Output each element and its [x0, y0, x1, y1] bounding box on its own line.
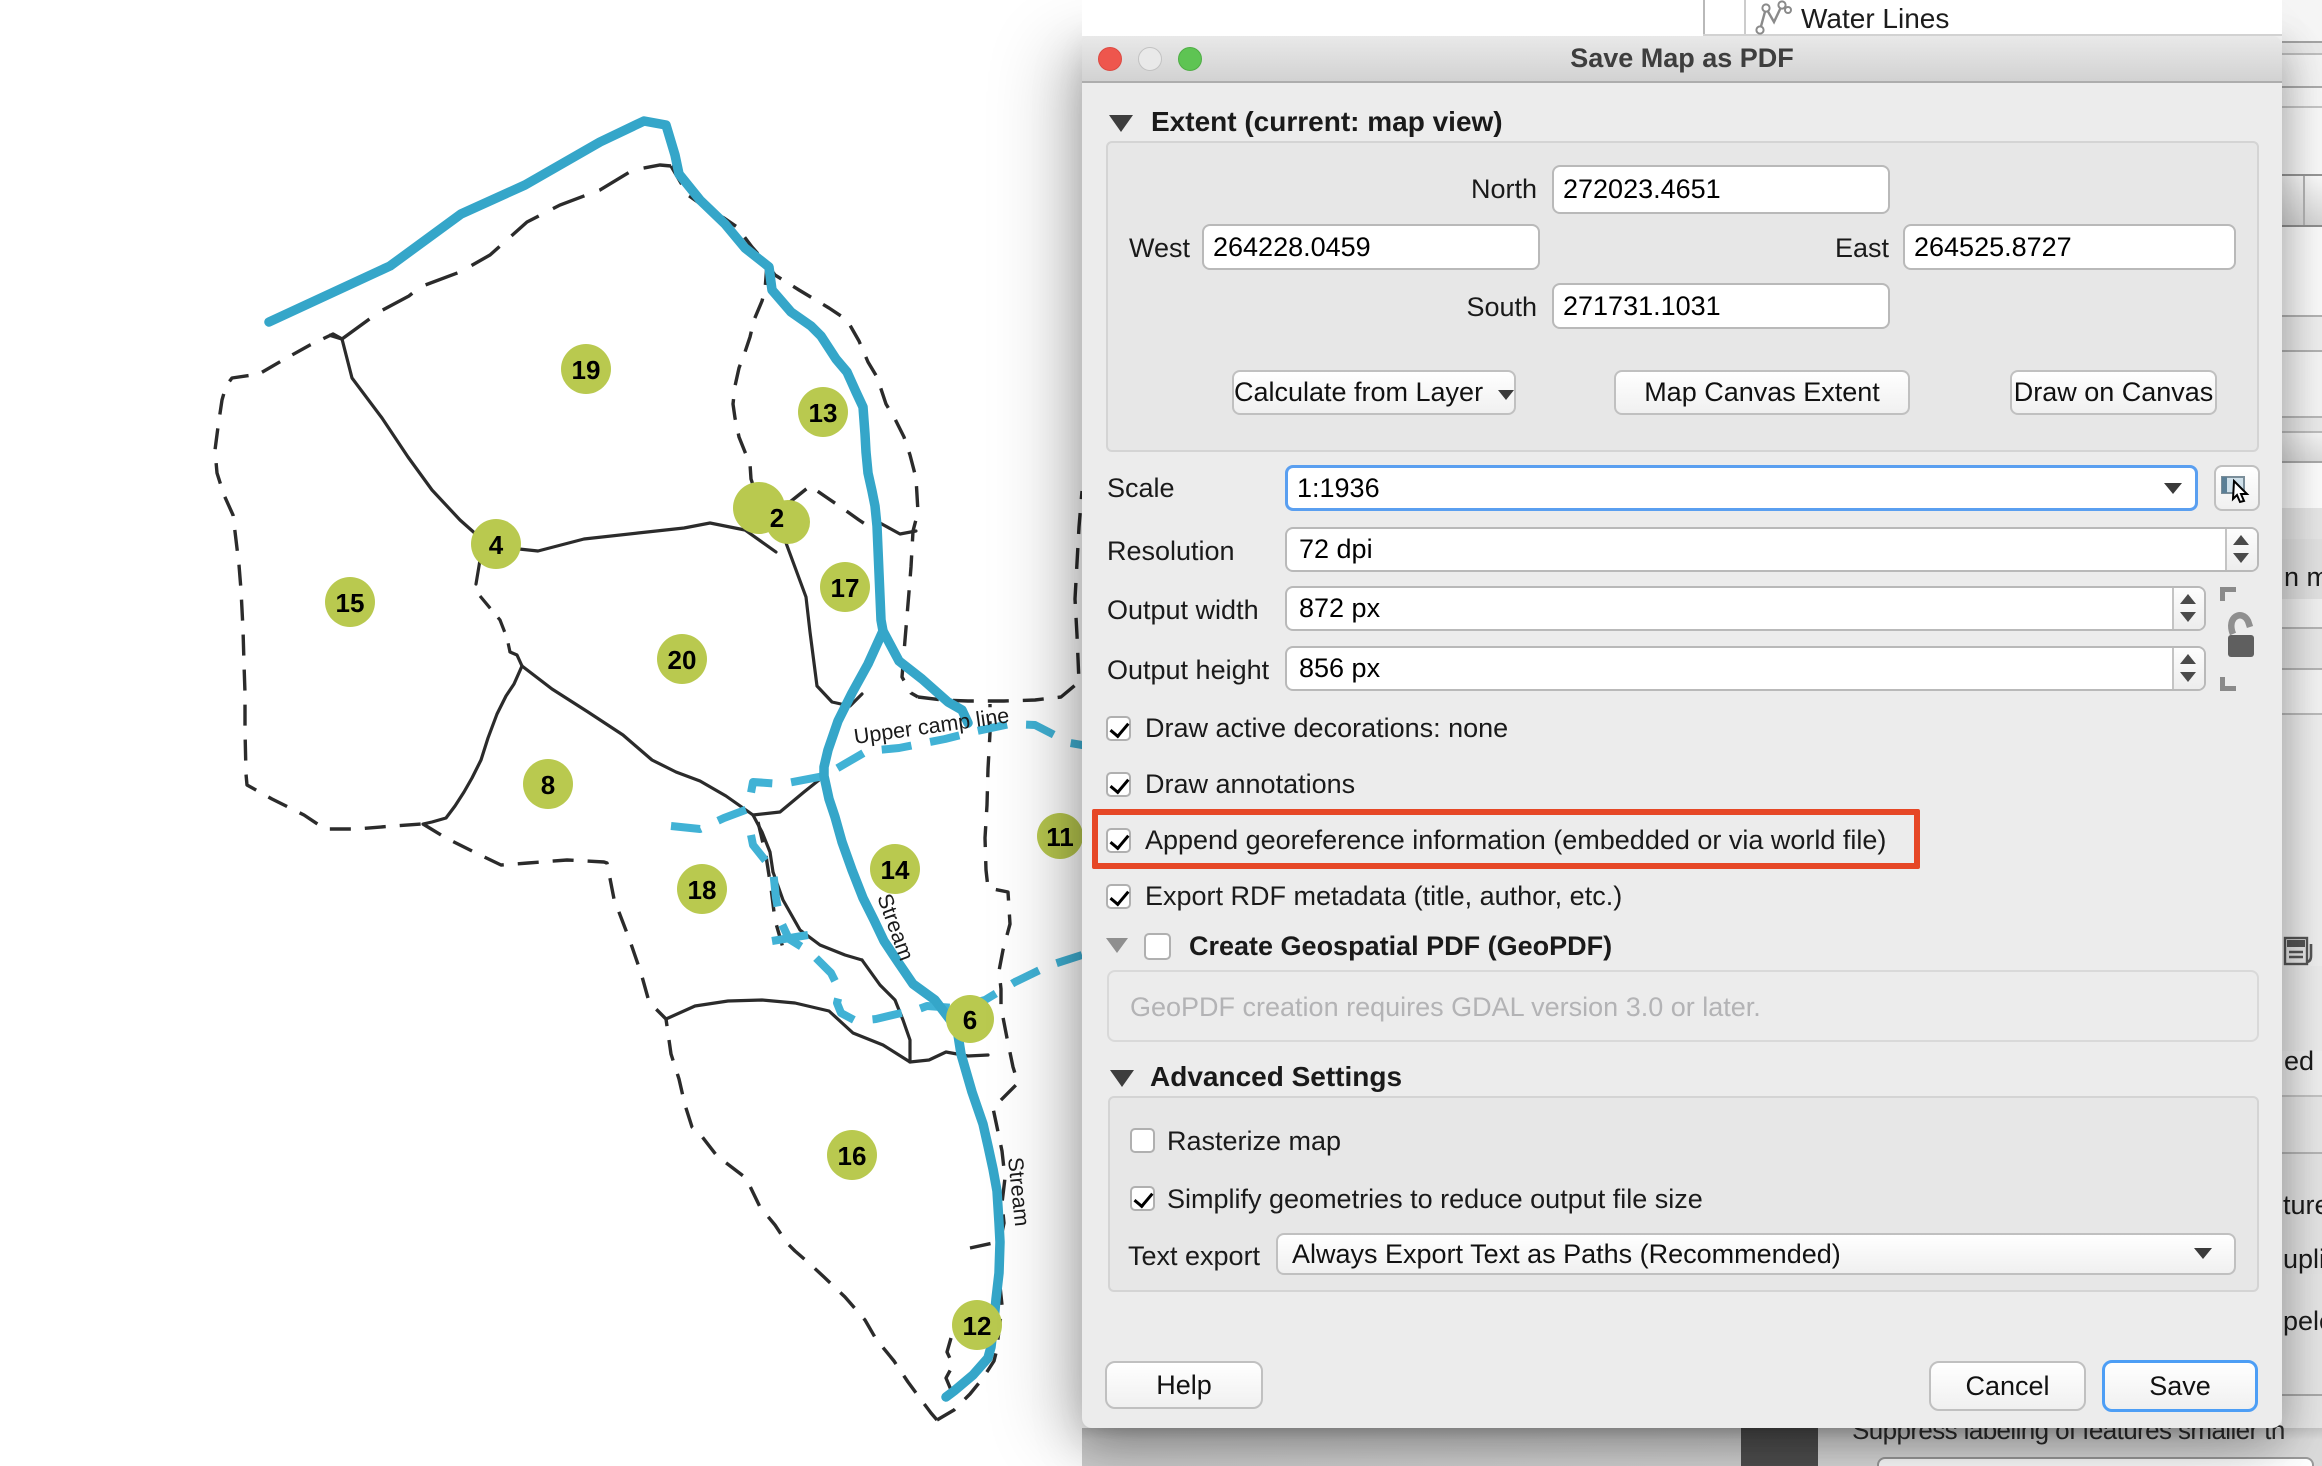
- svg-text:4: 4: [489, 530, 504, 560]
- svg-text:19: 19: [572, 355, 601, 385]
- svg-text:8: 8: [541, 770, 555, 800]
- svg-text:11: 11: [1046, 822, 1074, 852]
- svg-text:16: 16: [838, 1141, 867, 1171]
- svg-text:18: 18: [688, 875, 717, 905]
- svg-text:14: 14: [881, 855, 910, 885]
- svg-text:12: 12: [963, 1311, 992, 1341]
- svg-text:6: 6: [963, 1005, 977, 1035]
- svg-text:17: 17: [831, 573, 860, 603]
- svg-text:2: 2: [770, 503, 784, 533]
- svg-text:15: 15: [336, 588, 365, 618]
- svg-text:20: 20: [668, 645, 697, 675]
- svg-text:Stream: Stream: [1003, 1156, 1034, 1227]
- svg-text:13: 13: [809, 398, 838, 428]
